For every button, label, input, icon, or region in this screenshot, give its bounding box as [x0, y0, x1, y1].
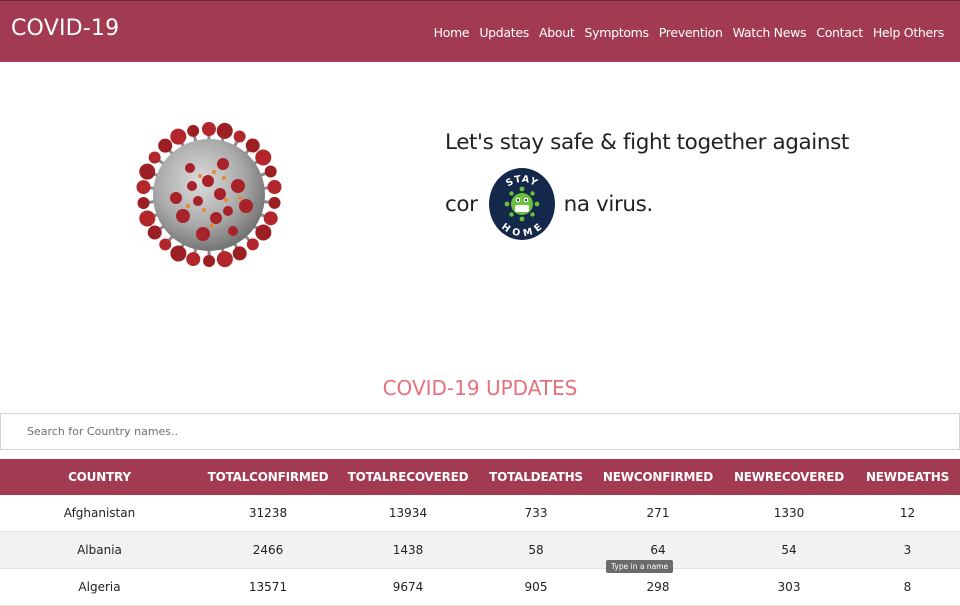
cell-total-deaths: 733	[479, 495, 593, 532]
virus-surface-dot	[238, 196, 242, 200]
virus-spike	[217, 123, 233, 139]
brand-logo[interactable]: COVID-19	[11, 16, 119, 41]
virus-spike	[170, 245, 186, 261]
col-new-recovered[interactable]: NEWRECOVERED	[723, 459, 855, 495]
virus-spike	[186, 252, 200, 266]
virus-protein	[228, 226, 238, 236]
cell-new-deaths: 3	[855, 532, 960, 569]
virus-spike	[234, 131, 246, 143]
tagline-suffix: na virus.	[564, 180, 653, 229]
virus-protein	[214, 188, 226, 200]
virus-protein	[223, 206, 233, 216]
virus-protein	[176, 209, 190, 223]
virus-spike	[139, 164, 155, 180]
col-total-recovered[interactable]: TOTALRECOVERED	[337, 459, 479, 495]
virus-protein	[239, 199, 253, 213]
cell-total-deaths: 58	[479, 532, 593, 569]
virus-protein	[210, 212, 222, 224]
virus-spike	[148, 226, 162, 240]
virus-protein	[217, 158, 229, 170]
nav-watch-news[interactable]: Watch News	[733, 25, 807, 40]
virus-protein	[231, 179, 245, 193]
virus-spike	[255, 224, 271, 240]
cell-new-confirmed: 271	[593, 495, 723, 532]
tagline-line-1: Let's stay safe & fight together against	[445, 118, 865, 167]
country-search-input[interactable]	[0, 413, 960, 450]
virus-spike	[170, 129, 186, 145]
virus-spike	[268, 180, 282, 194]
virus-spike	[139, 210, 155, 226]
cell-new-deaths: 12	[855, 495, 960, 532]
virus-spike	[202, 122, 216, 136]
virus-protein	[185, 163, 195, 173]
col-country[interactable]: COUNTRY	[0, 459, 199, 495]
virus-protein	[187, 181, 197, 191]
coronavirus-image	[128, 106, 290, 284]
virus-spike	[187, 125, 199, 137]
navbar: COVID-19 Home Updates About Symptoms Pre…	[0, 0, 960, 62]
virus-surface-dot	[198, 174, 202, 178]
col-new-confirmed[interactable]: NEWCONFIRMED	[593, 459, 723, 495]
virus-spike	[264, 211, 278, 225]
virus-spike	[149, 152, 161, 164]
virus-protein	[202, 175, 214, 187]
virus-protein	[193, 196, 203, 206]
tagline-prefix: cor	[445, 180, 478, 229]
virus-surface-dot	[210, 224, 214, 228]
cell-total-confirmed: 2466	[199, 532, 337, 569]
cell-total-recovered: 13934	[337, 495, 479, 532]
cell-new-recovered: 1330	[723, 495, 855, 532]
virus-protein	[196, 227, 210, 241]
table-row: Albania 2466 1438 58 64 54 3	[0, 532, 960, 569]
tagline-line-2: cor STAY HOME na virus.	[445, 167, 865, 241]
cell-total-confirmed: 31238	[199, 495, 337, 532]
cell-country: Afghanistan	[0, 495, 199, 532]
updates-title: COVID-19 UPDATES	[0, 376, 960, 400]
virus-spike	[269, 197, 281, 209]
virus-spike	[136, 180, 150, 194]
virus-spike	[233, 246, 247, 260]
nav-home[interactable]: Home	[434, 25, 470, 40]
nav-updates[interactable]: Updates	[479, 25, 529, 40]
nav-help-others[interactable]: Help Others	[873, 25, 944, 40]
virus-protein	[170, 192, 182, 204]
table-row: Afghanistan 31238 13934 733 271 1330 12	[0, 495, 960, 532]
virus-spike	[247, 238, 259, 250]
virus-spike	[159, 238, 171, 250]
col-total-deaths[interactable]: TOTALDEATHS	[479, 459, 593, 495]
nav-contact[interactable]: Contact	[816, 25, 863, 40]
virus-spike	[203, 255, 215, 267]
cell-country: Albania	[0, 532, 199, 569]
virus-spike	[217, 251, 233, 267]
virus-spike	[158, 139, 172, 153]
nav-about[interactable]: About	[539, 25, 574, 40]
virus-surface-dot	[222, 176, 226, 180]
stay-home-badge-icon: STAY HOME	[488, 167, 556, 241]
hero-tagline: Let's stay safe & fight together against…	[445, 118, 865, 241]
virus-surface-dot	[186, 204, 190, 208]
virus-surface-dot	[212, 170, 216, 174]
cell-new-recovered: 54	[723, 532, 855, 569]
table-header-row: COUNTRY TOTALCONFIRMED TOTALRECOVERED TO…	[0, 459, 960, 495]
col-total-confirmed[interactable]: TOTALCONFIRMED	[199, 459, 337, 495]
virus-surface-dot	[202, 208, 206, 212]
virus-surface-dot	[224, 198, 228, 202]
virus-spike	[137, 197, 149, 209]
nav-menu: Home Updates About Symptoms Prevention W…	[434, 25, 944, 40]
col-new-deaths[interactable]: NEWDEATHS	[855, 459, 960, 495]
virus-spike	[265, 166, 277, 178]
virus-spike	[246, 139, 260, 153]
search-tooltip: Type in a name	[606, 560, 673, 573]
virus-spike	[255, 149, 271, 165]
nav-symptoms[interactable]: Symptoms	[584, 25, 648, 40]
covid-stats-table: COUNTRY TOTALCONFIRMED TOTALRECOVERED TO…	[0, 459, 960, 606]
nav-prevention[interactable]: Prevention	[659, 25, 723, 40]
cell-total-recovered: 1438	[337, 532, 479, 569]
